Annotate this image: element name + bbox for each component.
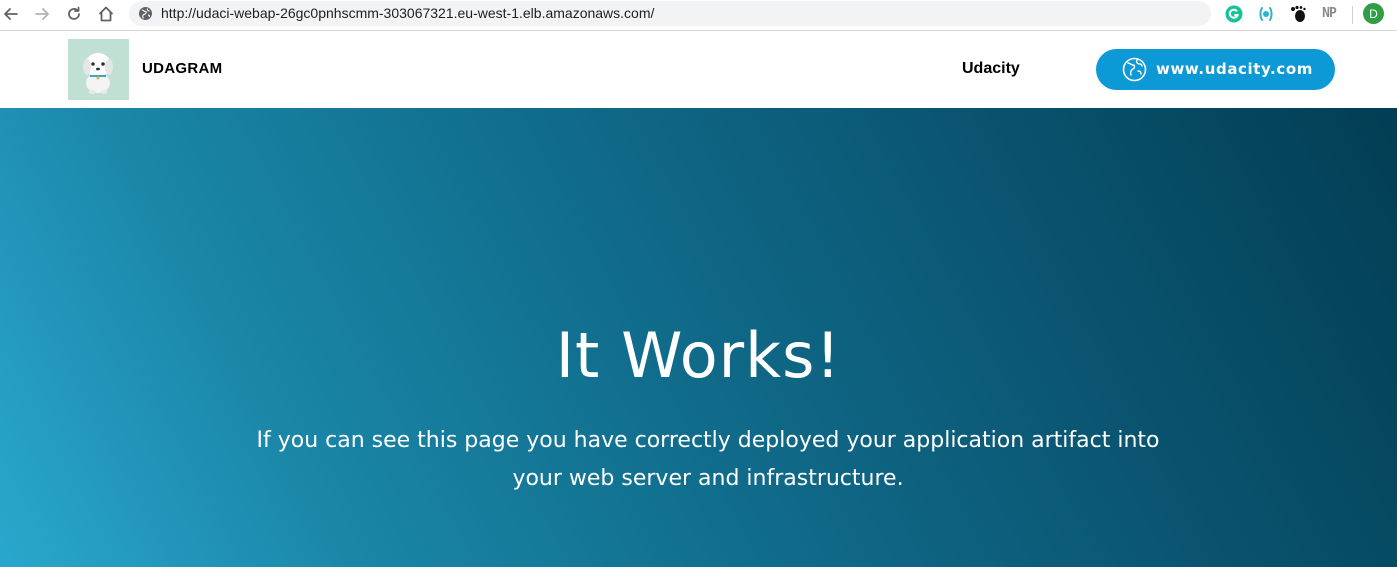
home-icon[interactable] <box>95 3 117 25</box>
np-icon[interactable]: NP <box>1318 4 1340 23</box>
browser-toolbar: http://udaci-webap-26gc0pnhscmm-30306732… <box>0 0 1397 31</box>
gnome-icon[interactable] <box>1288 4 1307 23</box>
hero-section: It Works! If you can see this page you h… <box>0 108 1397 567</box>
url-text[interactable]: http://udaci-webap-26gc0pnhscmm-30306732… <box>161 5 654 21</box>
back-icon[interactable] <box>0 3 22 25</box>
profile-avatar[interactable]: D <box>1363 3 1384 24</box>
profile-initial: D <box>1369 6 1378 21</box>
site-header: UDAGRAM Udacity www.udacity.com <box>0 31 1397 108</box>
brand-name[interactable]: UDAGRAM <box>142 60 222 77</box>
udacity-website-label: www.udacity.com <box>1156 60 1313 78</box>
grammarly-icon[interactable] <box>1224 4 1243 23</box>
globe-icon <box>1122 57 1147 82</box>
address-bar[interactable]: http://udaci-webap-26gc0pnhscmm-30306732… <box>129 1 1211 26</box>
reload-icon[interactable] <box>63 3 85 25</box>
extension-icon[interactable] <box>1256 4 1275 23</box>
dog-logo-icon[interactable] <box>68 39 129 100</box>
hero-title: It Works! <box>555 319 842 392</box>
forward-icon[interactable] <box>31 3 53 25</box>
globe-icon <box>138 6 153 21</box>
nav-link-udacity[interactable]: Udacity <box>962 60 1020 78</box>
np-icon-label: NP <box>1322 6 1337 21</box>
udacity-website-button[interactable]: www.udacity.com <box>1096 49 1335 90</box>
hero-description: If you can see this page you have correc… <box>256 428 1160 491</box>
toolbar-divider <box>1352 6 1353 24</box>
